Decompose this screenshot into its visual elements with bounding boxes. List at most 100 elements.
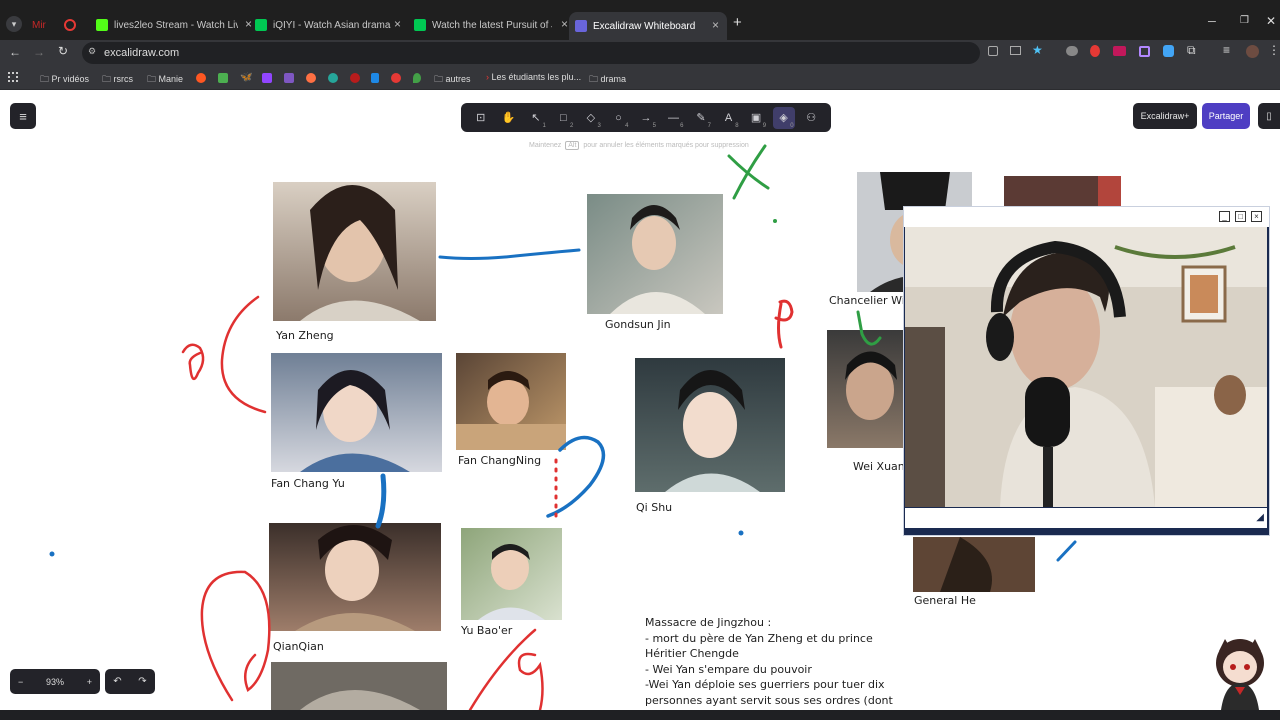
share-button[interactable]: Partager bbox=[1202, 103, 1250, 129]
close-icon[interactable]: × bbox=[1251, 211, 1262, 222]
bookmark-folder[interactable]: 🗀 rsrcs bbox=[102, 72, 133, 88]
zoom-level[interactable]: 93% bbox=[46, 677, 64, 687]
bookmark-link[interactable]: › Les étudiants les plu... bbox=[486, 72, 581, 82]
reload-icon[interactable]: ↻ bbox=[58, 44, 68, 58]
portrait-bottom[interactable] bbox=[271, 662, 447, 710]
extension-icon[interactable] bbox=[1163, 45, 1174, 57]
close-icon[interactable]: × bbox=[561, 17, 568, 31]
webcam-window[interactable]: _ □ × ◢ bbox=[903, 206, 1270, 536]
label-fan-chang-yu[interactable]: Fan Chang Yu bbox=[271, 477, 345, 490]
label-fan-changning[interactable]: Fan ChangNing bbox=[458, 454, 541, 467]
minimize-icon[interactable]: _ bbox=[1219, 211, 1230, 222]
kebab-menu-icon[interactable]: ⋮ bbox=[1268, 43, 1280, 57]
bookmark-site-icon[interactable] bbox=[306, 73, 316, 83]
line-tool[interactable]: —6 bbox=[662, 107, 684, 129]
excalidraw-plus-button[interactable]: Excalidraw+ bbox=[1133, 103, 1197, 129]
bookmark-site-icon[interactable] bbox=[350, 73, 360, 83]
tab-mir[interactable]: Mir bbox=[32, 14, 56, 36]
bookmark-site-icon[interactable] bbox=[371, 73, 379, 83]
webcam-titlebar[interactable]: _ □ × bbox=[904, 207, 1269, 227]
bookmark-site-icon[interactable] bbox=[196, 73, 206, 83]
main-menu-button[interactable]: ≡ bbox=[10, 103, 36, 129]
bookmark-folder[interactable]: 🗀 drama bbox=[589, 72, 626, 88]
portrait-unknown[interactable] bbox=[1004, 176, 1121, 206]
notes-text-block[interactable]: Massacre de Jingzhou : - mort du père de… bbox=[645, 615, 893, 709]
draw-tool[interactable]: ✎ 7 bbox=[690, 107, 712, 129]
portrait-fan-chang-yu[interactable] bbox=[271, 353, 442, 472]
library-button[interactable]: ▯ bbox=[1258, 103, 1280, 129]
label-yan-zheng[interactable]: Yan Zheng bbox=[276, 329, 334, 342]
restore-icon[interactable]: ❐ bbox=[1240, 15, 1249, 26]
install-icon[interactable] bbox=[1010, 46, 1021, 55]
portrait-qi-shu[interactable] bbox=[635, 358, 785, 492]
bookmark-folder[interactable]: 🗀 autres bbox=[434, 72, 471, 88]
portrait-wei-xuan[interactable] bbox=[827, 330, 907, 448]
tab-search-button[interactable]: ▾ bbox=[6, 16, 22, 32]
tab-excalidraw[interactable]: Excalidraw Whiteboard × bbox=[569, 12, 727, 40]
selection-tool[interactable]: ↖ 1 bbox=[525, 107, 547, 129]
extra-tools[interactable]: ⚇ bbox=[800, 107, 822, 129]
tab-iqiyi[interactable]: iQIYI - Watch Asian dramas sho × bbox=[255, 14, 401, 36]
portrait-qianqian[interactable] bbox=[269, 523, 441, 631]
portrait-yan-zheng[interactable] bbox=[273, 182, 436, 321]
arrow-tool[interactable]: → 5 bbox=[635, 107, 657, 129]
tab-1[interactable] bbox=[64, 14, 86, 36]
label-wei-xuan[interactable]: Wei Xuan bbox=[853, 460, 905, 473]
minimize-icon[interactable]: ─ bbox=[1208, 16, 1216, 28]
label-gondsun-jin[interactable]: Gondsun Jin bbox=[605, 318, 671, 331]
label-general-he[interactable]: General He bbox=[914, 594, 976, 607]
tab-kick[interactable]: lives2leo Stream - Watch Live o × bbox=[96, 14, 252, 36]
extension-icon[interactable] bbox=[1066, 46, 1078, 56]
close-icon[interactable]: × bbox=[394, 17, 401, 31]
bookmark-site-icon[interactable] bbox=[262, 73, 272, 83]
portrait-general-he[interactable] bbox=[913, 537, 1035, 592]
zoom-in-button[interactable]: + bbox=[87, 677, 92, 687]
portrait-gondsun-jin[interactable] bbox=[587, 194, 723, 314]
close-icon[interactable]: × bbox=[712, 18, 719, 32]
zoom-out-button[interactable]: − bbox=[18, 677, 23, 687]
rectangle-tool[interactable]: □ 2 bbox=[552, 107, 574, 129]
extension-icon[interactable] bbox=[1113, 46, 1126, 56]
bookmark-star-icon[interactable]: ★ bbox=[1032, 43, 1043, 57]
bookmark-site-icon[interactable] bbox=[328, 73, 338, 83]
bookmark-site-icon[interactable] bbox=[413, 73, 421, 83]
bookmark-site-icon[interactable] bbox=[218, 73, 228, 83]
image-tool[interactable]: ▣ 9 bbox=[745, 107, 767, 129]
ellipse-tool[interactable]: ○ 4 bbox=[607, 107, 629, 129]
extension-icon[interactable] bbox=[1090, 45, 1100, 57]
site-info-icon[interactable]: ⚙ bbox=[88, 46, 96, 57]
bookmark-site-icon[interactable] bbox=[391, 73, 401, 83]
label-qi-shu[interactable]: Qi Shu bbox=[636, 501, 672, 514]
puzzle-icon[interactable]: ⧉ bbox=[1187, 43, 1196, 58]
tab-pursuit[interactable]: Watch the latest Pursuit of Jade × bbox=[414, 14, 568, 36]
profile-avatar[interactable] bbox=[1246, 45, 1259, 58]
extension-icon[interactable] bbox=[1139, 46, 1150, 57]
bookmark-folder[interactable]: 🗀 Pr vidéos bbox=[40, 72, 89, 88]
diamond-tool[interactable]: ◇ 3 bbox=[580, 107, 602, 129]
translate-icon[interactable] bbox=[988, 46, 998, 56]
text-tool[interactable]: A8 bbox=[718, 107, 740, 129]
redo-button[interactable]: ↷ bbox=[138, 676, 146, 687]
label-yu-baoer[interactable]: Yu Bao'er bbox=[461, 624, 512, 637]
label-qianqian[interactable]: QianQian bbox=[273, 640, 324, 653]
portrait-yu-baoer[interactable] bbox=[461, 528, 562, 620]
portrait-fan-changning[interactable] bbox=[456, 353, 566, 450]
maximize-icon[interactable]: □ bbox=[1235, 211, 1246, 222]
hand-tool[interactable]: ✋ bbox=[497, 107, 519, 129]
resize-grip-icon[interactable]: ◢ bbox=[1256, 512, 1264, 523]
address-field[interactable]: ⚙ excalidraw.com bbox=[82, 42, 980, 64]
forward-icon[interactable]: → bbox=[33, 45, 45, 59]
bookmark-folder[interactable]: 🗀 Manie bbox=[147, 72, 183, 88]
apps-icon[interactable] bbox=[8, 72, 18, 82]
close-icon[interactable]: × bbox=[245, 17, 252, 31]
close-window-icon[interactable]: ✕ bbox=[1266, 14, 1276, 28]
lock-tool[interactable]: ⊡ bbox=[470, 107, 492, 129]
back-icon[interactable]: ← bbox=[9, 45, 21, 59]
bookmark-site-icon[interactable] bbox=[284, 73, 294, 83]
excalidraw-canvas[interactable]: Yan Zheng Gondsun Jin Chancelier Wi Fan … bbox=[0, 90, 1280, 710]
media-icon[interactable]: ≡ bbox=[1223, 43, 1230, 57]
bookmark-site-icon[interactable]: 🦋 bbox=[240, 72, 252, 83]
eraser-tool[interactable]: ◈ 0 bbox=[772, 106, 795, 129]
label-chancelier[interactable]: Chancelier Wi bbox=[829, 294, 905, 307]
new-tab-button[interactable]: + bbox=[733, 14, 742, 31]
